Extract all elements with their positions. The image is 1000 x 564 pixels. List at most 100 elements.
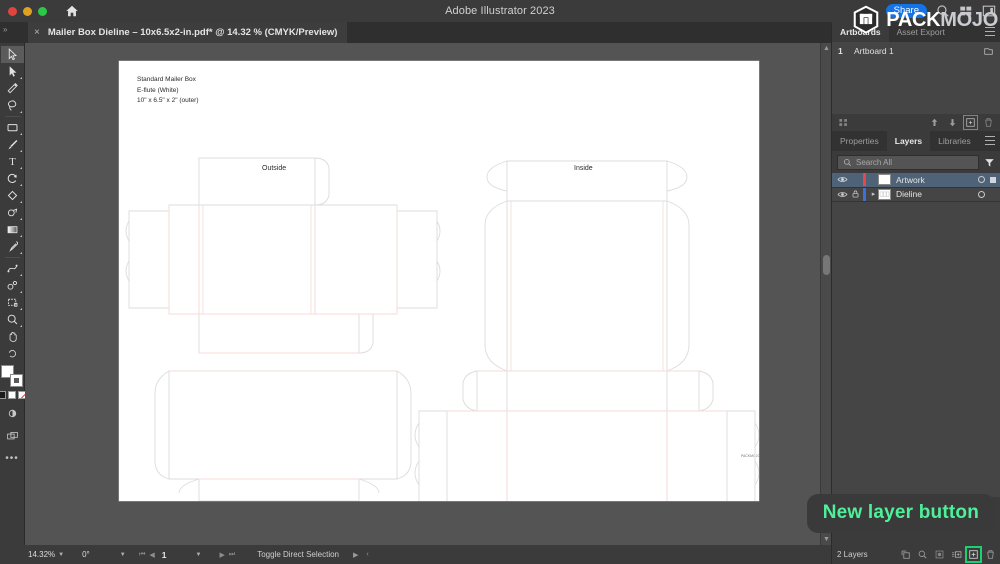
default-colors-icon[interactable] [0,391,6,399]
layer-name[interactable]: Dieline [896,189,978,199]
document-tab[interactable]: × Mailer Box Dieline – 10x6.5x2-in.pdf* … [28,22,348,43]
direct-selection-tool[interactable] [1,63,24,80]
tab-libraries[interactable]: Libraries [930,131,979,151]
dieline-artwork [125,157,759,501]
artboard-row[interactable]: 1 Artboard 1 [832,42,1000,60]
tab-properties[interactable]: Properties [832,131,887,151]
layer-color-chip [863,187,866,201]
reset-rotation-icon[interactable] [1,345,24,362]
paintbrush-tool[interactable] [1,136,24,153]
workspace-switcher-icon[interactable] [982,4,996,18]
layer-name[interactable]: Artwork [896,175,978,185]
status-prev-icon[interactable]: ‹ [366,551,368,559]
type-tool[interactable]: T [1,153,24,170]
screen-mode-icon[interactable] [1,405,24,422]
tab-asset-export[interactable]: Asset Export [889,22,953,42]
right-dock: Artboards Asset Export 1 Artboard 1 Prop… [831,22,1000,564]
artboard-options-icon[interactable] [983,46,994,57]
rearrange-artboards-icon[interactable] [838,117,849,128]
title-bar: Adobe Illustrator 2023 Share [0,0,1000,22]
window-controls [0,4,79,18]
delete-artboard-icon[interactable] [983,117,994,128]
symbol-sprayer-tool[interactable] [1,277,24,294]
layer-row-dieline[interactable]: ▸ Dieline [832,187,1000,202]
gradient-mesh-tool[interactable] [1,187,24,204]
layers-count: 2 Layers [837,550,868,559]
search-input[interactable] [856,157,973,167]
layer-target-icon[interactable] [978,190,985,198]
panel-menu-icon[interactable] [985,136,995,145]
artboard-name[interactable]: Artboard 1 [854,46,983,56]
rotation-field[interactable]: 0° ▼ [79,548,129,561]
close-window-button[interactable] [8,6,17,16]
zoom-tool[interactable] [1,311,24,328]
panel-menu-icon[interactable] [985,27,995,36]
locate-object-icon[interactable] [900,549,911,560]
delete-selection-icon[interactable] [985,549,996,560]
last-artboard-button[interactable]: ⏭ [229,551,235,559]
previous-artboard-button[interactable]: ◀ [149,551,154,559]
layers-panel-footer: 2 Layers [832,545,1000,564]
stroke-swatch[interactable] [10,374,23,387]
layer-row-artwork[interactable]: Artwork [832,173,1000,188]
new-artboard-icon[interactable] [963,115,978,130]
status-next-icon[interactable]: ▶ [353,551,358,559]
selection-tool[interactable] [0,46,24,63]
chevron-down-icon[interactable]: ▼ [196,552,202,558]
visibility-toggle-icon[interactable] [835,189,849,200]
create-new-sublayer-icon[interactable] [951,549,962,560]
artboard-number-field[interactable]: 1 [159,550,170,560]
maximize-window-button[interactable] [38,6,47,16]
share-button[interactable]: Share [885,3,927,19]
zoom-level-field[interactable]: 14.32% ▼ [25,548,67,561]
minimize-window-button[interactable] [23,6,32,16]
collapse-panel-icon[interactable]: » [3,25,7,34]
home-icon[interactable] [65,4,79,18]
annotation-callout: New layer button [806,494,995,533]
search-icon[interactable] [936,4,950,18]
lock-toggle-icon[interactable] [849,189,862,199]
layers-list[interactable]: Artwork ▸ Dieline [832,173,1000,497]
artboard-tool[interactable] [1,294,24,311]
chevron-down-icon[interactable]: ▼ [58,552,64,558]
move-up-icon[interactable] [929,117,940,128]
status-arrows: ▶ ‹ [353,551,369,559]
hand-tool[interactable] [1,328,24,345]
shape-builder-tool[interactable] [1,204,24,221]
dieline-outside-net [125,157,441,501]
eyedropper-tool[interactable] [1,238,24,255]
tab-layers[interactable]: Layers [886,131,931,151]
move-down-icon[interactable] [947,117,958,128]
artboards-list[interactable]: 1 Artboard 1 [832,42,1000,114]
first-artboard-button[interactable]: ⏮ [139,551,145,559]
rectangle-tool[interactable] [1,119,24,136]
gradient-color-icon[interactable] [8,391,16,399]
rotate-tool[interactable] [1,170,24,187]
canvas-area[interactable]: Standard Mailer Box E-flute (White) 10" … [25,43,831,545]
magic-wand-tool[interactable] [1,80,24,97]
create-new-layer-icon[interactable] [965,546,982,563]
search-object-icon[interactable] [917,549,928,560]
arrange-documents-icon[interactable] [959,4,973,18]
edit-toolbar-icon[interactable]: ••• [5,453,19,464]
gradient-tool[interactable] [1,221,24,238]
canvas-vertical-scrollbar[interactable]: ▲ ▼ [820,43,831,545]
layers-search-row [832,151,1000,173]
search-input-wrapper[interactable] [837,154,979,170]
lasso-tool[interactable] [1,97,24,114]
make-clipping-mask-icon[interactable] [934,549,945,560]
artboard-canvas[interactable]: Standard Mailer Box E-flute (White) 10" … [119,61,760,501]
expand-arrow-icon[interactable]: ▸ [869,190,878,198]
blend-tool[interactable] [1,260,24,277]
vertical-scroll-thumb[interactable] [823,255,830,275]
next-artboard-button[interactable]: ▶ [219,551,224,559]
visibility-toggle-icon[interactable] [835,174,849,185]
close-icon[interactable]: × [34,27,40,38]
change-screen-mode-icon[interactable] [1,428,24,445]
search-icon [844,158,851,166]
chevron-down-icon[interactable]: ▼ [120,552,126,558]
layer-target-icon[interactable] [978,176,985,184]
filter-funnel-icon[interactable] [984,157,995,168]
fill-stroke-swatches[interactable] [1,365,23,387]
tab-artboards[interactable]: Artboards [832,22,889,42]
